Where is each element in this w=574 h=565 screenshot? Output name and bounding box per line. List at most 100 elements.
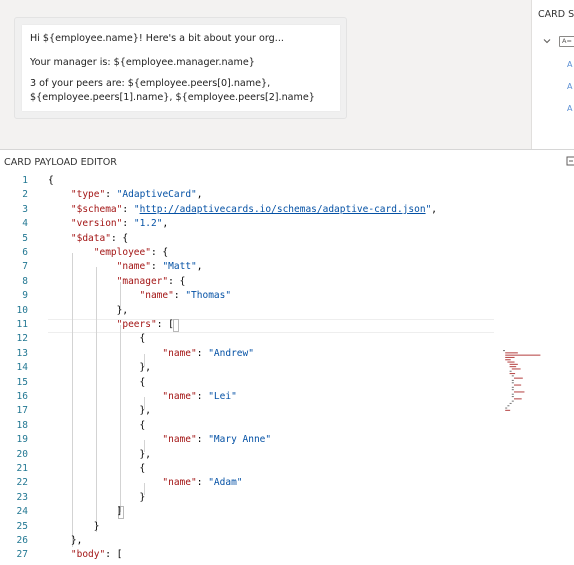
code-line[interactable]: 17 }, [0,404,574,418]
minimap-line [509,402,512,404]
code-text[interactable]: }, [48,404,151,418]
line-number: 6 [22,247,28,258]
code-text[interactable]: }, [48,534,82,548]
code-line[interactable]: 15 { [0,376,574,390]
code-text[interactable]: "name": "Adam" [48,476,242,490]
code-line[interactable]: 4 "version": "1.2", [0,217,574,231]
line-number: 4 [22,218,28,230]
code-line[interactable]: 7 "name": "Matt", [0,260,574,274]
code-line[interactable]: 12 { [0,332,574,346]
minimap-line [505,407,508,409]
minimap-line [514,391,525,393]
line-number: 13 [16,347,28,359]
line-number: 25 [16,520,28,532]
minimap-line [511,386,514,388]
code-line[interactable]: 27 "body": [ [0,548,574,562]
code-text[interactable]: }, [48,361,151,375]
code-text[interactable]: "name": "Thomas" [48,289,232,303]
editor-minimap[interactable] [500,348,574,438]
line-number: 15 [16,376,28,388]
line-number: 23 [16,491,28,503]
code-text[interactable]: "body": [ [48,548,123,562]
text-node-icon[interactable]: A [567,60,572,69]
peers-text-line-2: ${employee.peers[1].name}, ${employee.pe… [30,92,315,103]
code-text[interactable]: "name": "Mary Anne" [48,433,271,447]
code-line[interactable]: 26 }, [0,534,574,548]
code-line[interactable]: 14 }, [0,361,574,375]
code-line[interactable]: 8 "manager": { [0,275,574,289]
adaptive-card-preview[interactable]: Hi ${employee.name}! Here's a bit about … [14,17,347,119]
code-text[interactable]: { [48,419,146,433]
editor-title: CARD PAYLOAD EDITOR [4,157,117,168]
code-line[interactable]: 9 "name": "Thomas" [0,289,574,303]
text-node-icon[interactable]: A [567,82,572,91]
code-text[interactable]: "name": "Matt", [48,260,203,274]
line-number: 5 [22,232,28,244]
code-line[interactable]: 11 "peers": [ [0,318,574,332]
code-line[interactable]: 20 }, [0,448,574,462]
code-text[interactable]: "manager": { [48,275,186,289]
code-line[interactable]: 6 "employee": { [0,246,574,260]
line-number: 14 [16,362,28,374]
minimap-line [511,396,514,398]
code-line[interactable]: 10 }, [0,304,574,318]
card-preview-pane: Hi ${employee.name}! Here's a bit about … [0,0,531,149]
line-number: 22 [16,477,28,489]
line-number: 20 [16,448,28,460]
line-number: 26 [16,535,28,546]
code-text[interactable]: { [48,462,146,476]
manager-text: Your manager is: ${employee.manager.name… [30,57,255,68]
code-text[interactable]: "peers": [ [48,318,174,332]
code-line[interactable]: 5 "$data": { [0,232,574,246]
code-line[interactable]: 24 ] [0,505,574,519]
code-line[interactable]: 23 } [0,491,574,505]
minimap-line [511,400,514,402]
pane-divider[interactable] [0,149,574,150]
minimap-line [507,361,515,363]
code-line[interactable]: 18 { [0,419,574,433]
minimap-line [505,409,511,411]
code-line[interactable]: 13 "name": "Andrew" [0,347,574,361]
code-text[interactable]: }, [48,448,151,462]
code-text[interactable]: "name": "Andrew" [48,347,254,361]
code-text[interactable]: "version": "1.2", [48,217,168,231]
code-text[interactable]: "name": "Lei" [48,390,236,404]
line-number: 8 [22,275,28,287]
collapse-panel-icon[interactable] [566,156,574,166]
code-line[interactable]: 22 "name": "Adam" [0,476,574,490]
card-structure-title: CARD STRUCTURE [538,9,574,20]
minimap-line [509,366,517,368]
code-text[interactable]: "$data": { [48,232,128,246]
code-text[interactable]: "type": "AdaptiveCard", [48,188,203,202]
minimap-line [511,393,514,395]
minimap-line [514,377,523,379]
code-text[interactable]: } [48,520,100,534]
text-node-icon[interactable]: A [567,104,572,113]
code-text[interactable]: "employee": { [48,246,168,260]
line-number: 18 [16,419,28,431]
code-text[interactable]: }, [48,304,128,318]
code-line[interactable]: 2 "type": "AdaptiveCard", [0,188,574,202]
code-line[interactable]: 19 "name": "Mary Anne" [0,433,574,447]
code-line[interactable]: 25 } [0,520,574,534]
minimap-line [511,375,514,377]
code-line[interactable]: 1{ [0,174,574,188]
code-text[interactable]: { [48,332,146,346]
code-text[interactable]: "$schema": "http://adaptivecards.io/sche… [48,203,437,217]
code-text[interactable]: { [48,174,54,188]
code-line[interactable]: 3 "$schema": "http://adaptivecards.io/sc… [0,203,574,217]
code-text[interactable]: } [48,491,146,505]
line-number: 9 [22,290,28,302]
minimap-line [505,356,515,358]
minimap-line [505,352,518,354]
code-line[interactable]: 16 "name": "Lei" [0,390,574,404]
minimap-line [514,384,522,386]
code-text[interactable]: { [48,376,146,390]
code-editor[interactable]: 1{2 "type": "AdaptiveCard", 3 "$schema": … [0,174,574,565]
textblock-node-icon[interactable]: A= [559,36,574,47]
code-text[interactable]: ] [48,505,123,519]
code-line[interactable]: 21 { [0,462,574,476]
chevron-down-icon[interactable] [542,36,552,46]
line-number: 11 [16,319,28,330]
minimap-line [509,373,516,375]
